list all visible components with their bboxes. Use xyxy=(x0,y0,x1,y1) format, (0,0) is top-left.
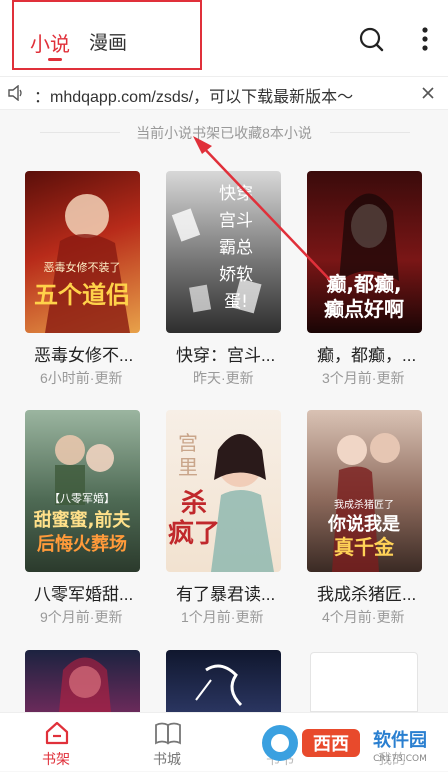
book-title[interactable]: 八零军婚甜... xyxy=(34,580,152,605)
svg-text:软件园: 软件园 xyxy=(373,729,427,751)
svg-text:娇软: 娇软 xyxy=(219,265,253,285)
more-vertical-icon[interactable] xyxy=(412,26,438,52)
book-cover[interactable] xyxy=(25,650,140,712)
divider-right xyxy=(330,132,410,133)
book-cover[interactable]: 【八零军婚】 甜蜜蜜,前夫 后悔火葬场 xyxy=(25,410,140,572)
svg-text:你说我是: 你说我是 xyxy=(327,513,400,535)
notice-bar: ：mhdqapp.com/zsds/，可以下载最新版本～ xyxy=(0,76,448,110)
book-title[interactable]: 有了暴君读... xyxy=(176,580,294,605)
book-updated: 3个月前·更新 xyxy=(322,370,405,386)
svg-text:西西: 西西 xyxy=(313,734,349,755)
cover-art: 癫,都癫, 癫点好啊 xyxy=(324,193,404,321)
book-updated: 9个月前·更新 xyxy=(40,609,123,625)
svg-text:癫,都癫,: 癫,都癫, xyxy=(326,272,401,296)
svg-text:真千金: 真千金 xyxy=(334,535,395,559)
book-title[interactable]: 癫，都癫，... xyxy=(317,341,435,366)
svg-text:五个道侣: 五个道侣 xyxy=(34,281,130,309)
close-icon[interactable] xyxy=(421,86,435,100)
svg-text:后悔火葬场: 后悔火葬场 xyxy=(37,533,127,555)
svg-text:癫点好啊: 癫点好啊 xyxy=(324,297,404,321)
tab-group-highlight: 小说 漫画 xyxy=(12,0,202,70)
svg-text:霸总: 霸总 xyxy=(219,238,253,258)
book-title[interactable]: 我成杀猪匠... xyxy=(317,580,435,605)
notice-text: ：mhdqapp.com/zsds/，可以下载最新版本～ xyxy=(34,89,354,106)
book-cover[interactable] xyxy=(166,650,281,712)
bottom-nav: 书架 书城 书书 我的 西西 软件园 CR173.COM xyxy=(0,712,448,771)
nav-bookshelf[interactable]: 书架 xyxy=(42,749,70,769)
book-updated: 1个月前·更新 xyxy=(181,609,264,625)
book-updated: 昨天·更新 xyxy=(193,370,254,386)
search-icon[interactable] xyxy=(358,26,384,52)
cover-art: 宫 里 杀 疯了 xyxy=(168,431,274,572)
nav-bookstore[interactable]: 书城 xyxy=(153,749,181,769)
book-cover[interactable]: 宫 里 杀 疯了 xyxy=(166,410,281,572)
svg-text:里: 里 xyxy=(178,455,198,479)
watermark-logo: 西西 软件园 CR173.COM xyxy=(262,725,427,764)
svg-text:甜蜜蜜,前夫: 甜蜜蜜,前夫 xyxy=(34,509,132,531)
cover-art xyxy=(195,664,243,707)
book-cover[interactable]: 快穿 宫斗 霸总 娇软 蛋! xyxy=(166,171,281,333)
watermark: 西西 软件园 CR173.COM xyxy=(258,719,444,767)
svg-text:恶毒女修不装了: 恶毒女修不装了 xyxy=(44,260,121,274)
book-title[interactable]: 快穿：宫斗... xyxy=(176,341,294,366)
svg-text:杀: 杀 xyxy=(181,488,207,519)
cover-art xyxy=(59,657,111,712)
book-cover[interactable]: 癫,都癫, 癫点好啊 xyxy=(307,171,422,333)
cover-art: 恶毒女修不装了 五个道侣 xyxy=(34,194,130,333)
cover-art: 我成杀猪匠了 你说我是 真千金 xyxy=(327,433,400,572)
top-header: 小说 漫画 xyxy=(0,0,448,76)
cover-art: 快穿 宫斗 霸总 娇软 蛋! xyxy=(171,184,262,314)
add-book-placeholder[interactable] xyxy=(310,652,418,712)
svg-text:宫: 宫 xyxy=(178,431,198,455)
book-updated: 4个月前·更新 xyxy=(322,609,405,625)
shelf-info: 当前小说书架已收藏8本小说 xyxy=(136,125,312,141)
svg-text:【八零军婚】: 【八零军婚】 xyxy=(49,491,115,505)
speaker-icon xyxy=(8,85,22,101)
svg-text:快穿: 快穿 xyxy=(219,184,253,204)
book-cover[interactable]: 恶毒女修不装了 五个道侣 xyxy=(25,171,140,333)
tab-novel[interactable]: 小说 xyxy=(30,28,70,57)
book-title[interactable]: 恶毒女修不... xyxy=(34,341,152,366)
book-cover[interactable]: 我成杀猪匠了 你说我是 真千金 xyxy=(307,410,422,572)
cover-art: 【八零军婚】 甜蜜蜜,前夫 后悔火葬场 xyxy=(34,435,132,555)
tab-active-indicator xyxy=(48,58,62,61)
svg-text:我成杀猪匠了: 我成杀猪匠了 xyxy=(334,498,394,511)
svg-text:CR173.COM: CR173.COM xyxy=(373,754,427,764)
svg-text:蛋!: 蛋! xyxy=(224,292,248,312)
home-icon[interactable] xyxy=(44,721,70,745)
book-icon[interactable] xyxy=(154,721,182,745)
svg-text:疯了: 疯了 xyxy=(168,518,220,549)
svg-text:宫斗: 宫斗 xyxy=(219,211,253,231)
tab-comic[interactable]: 漫画 xyxy=(89,28,127,55)
book-updated: 6小时前·更新 xyxy=(40,370,123,386)
